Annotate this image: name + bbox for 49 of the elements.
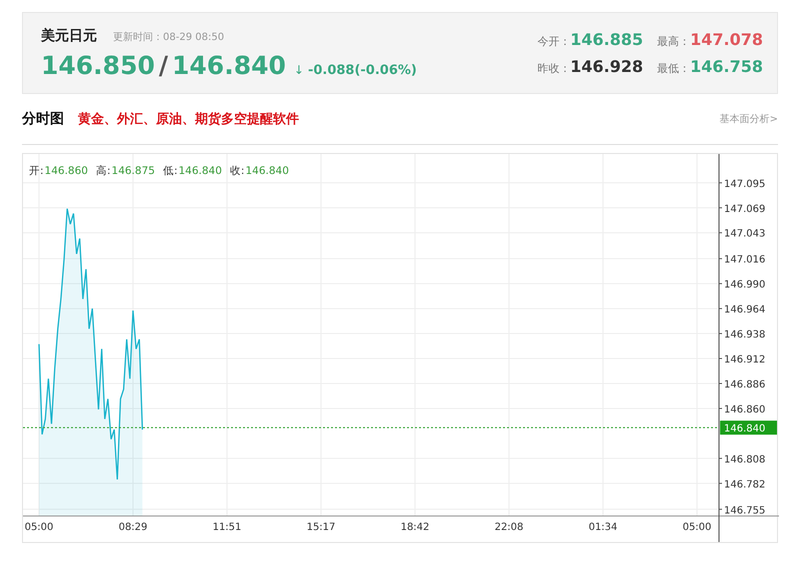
stat-value: 146.928 <box>570 57 644 76</box>
ohlc-value: 146.840 <box>178 165 222 177</box>
axis-label: 146.964 <box>724 304 766 316</box>
ohlc-value: 146.840 <box>245 165 289 177</box>
ohlc-label: 收: <box>230 165 244 177</box>
axis-label: 11:51 <box>212 522 242 533</box>
stat-label: 今开： <box>537 34 570 49</box>
axis-label: 147.043 <box>724 228 766 240</box>
axis-label: 146.755 <box>724 505 766 516</box>
axis-label: 146.860 <box>724 404 766 416</box>
ohlc-value: 146.875 <box>112 165 155 177</box>
ohlc-label: 开: <box>29 165 44 177</box>
axis-label: 146.938 <box>724 330 766 341</box>
axis-label: 05:00 <box>682 522 712 533</box>
promo-link[interactable]: 黄金、外汇、原油、期货多空提醒软件 <box>78 110 299 128</box>
analysis-link[interactable]: 基本面分析> <box>720 112 778 126</box>
stat-value: 146.885 <box>570 30 644 49</box>
stat-label: 昨收： <box>537 61 570 76</box>
update-time: 更新时间：08-29 08:50 <box>113 30 224 44</box>
axis-label: 01:34 <box>588 522 618 533</box>
price-separator: / <box>158 50 168 80</box>
axis-label: 147.016 <box>724 254 766 266</box>
ask-price: 146.840 <box>172 50 286 80</box>
stat-value: 146.758 <box>690 57 763 76</box>
axis-label: 18:42 <box>400 522 430 533</box>
axis-label: 15:17 <box>306 522 336 533</box>
axis-label: 146.808 <box>724 454 766 466</box>
price-change: -0.088(-0.06%) <box>308 62 417 78</box>
ohlc-label: 高: <box>96 165 111 177</box>
axis-label: 147.095 <box>724 178 766 190</box>
axis-label: 22:08 <box>494 522 524 533</box>
axis-label: 05:00 <box>24 522 54 533</box>
stat-label: 最低： <box>657 61 690 76</box>
axis-label: 146.782 <box>724 479 766 490</box>
ohlc-label: 低: <box>162 165 178 177</box>
axis-label: 146.912 <box>724 354 766 366</box>
stat-value: 147.078 <box>690 30 763 49</box>
axis-label: 146.990 <box>724 280 766 291</box>
current-price-tag: 146.840 <box>720 420 777 435</box>
ohlc-value: 146.860 <box>44 165 88 177</box>
down-arrow: ↓ <box>294 62 304 76</box>
ref-line-label: 146.840 <box>724 424 766 435</box>
stat-label: 最高： <box>657 34 690 49</box>
axis-label: 146.886 <box>724 380 766 390</box>
axis-label: 08:29 <box>118 522 148 533</box>
pair-name: 美元日元 <box>41 26 97 44</box>
bid-price: 146.850 <box>41 50 155 80</box>
section-title: 分时图 <box>22 110 64 128</box>
axis-label: 147.069 <box>724 204 766 215</box>
